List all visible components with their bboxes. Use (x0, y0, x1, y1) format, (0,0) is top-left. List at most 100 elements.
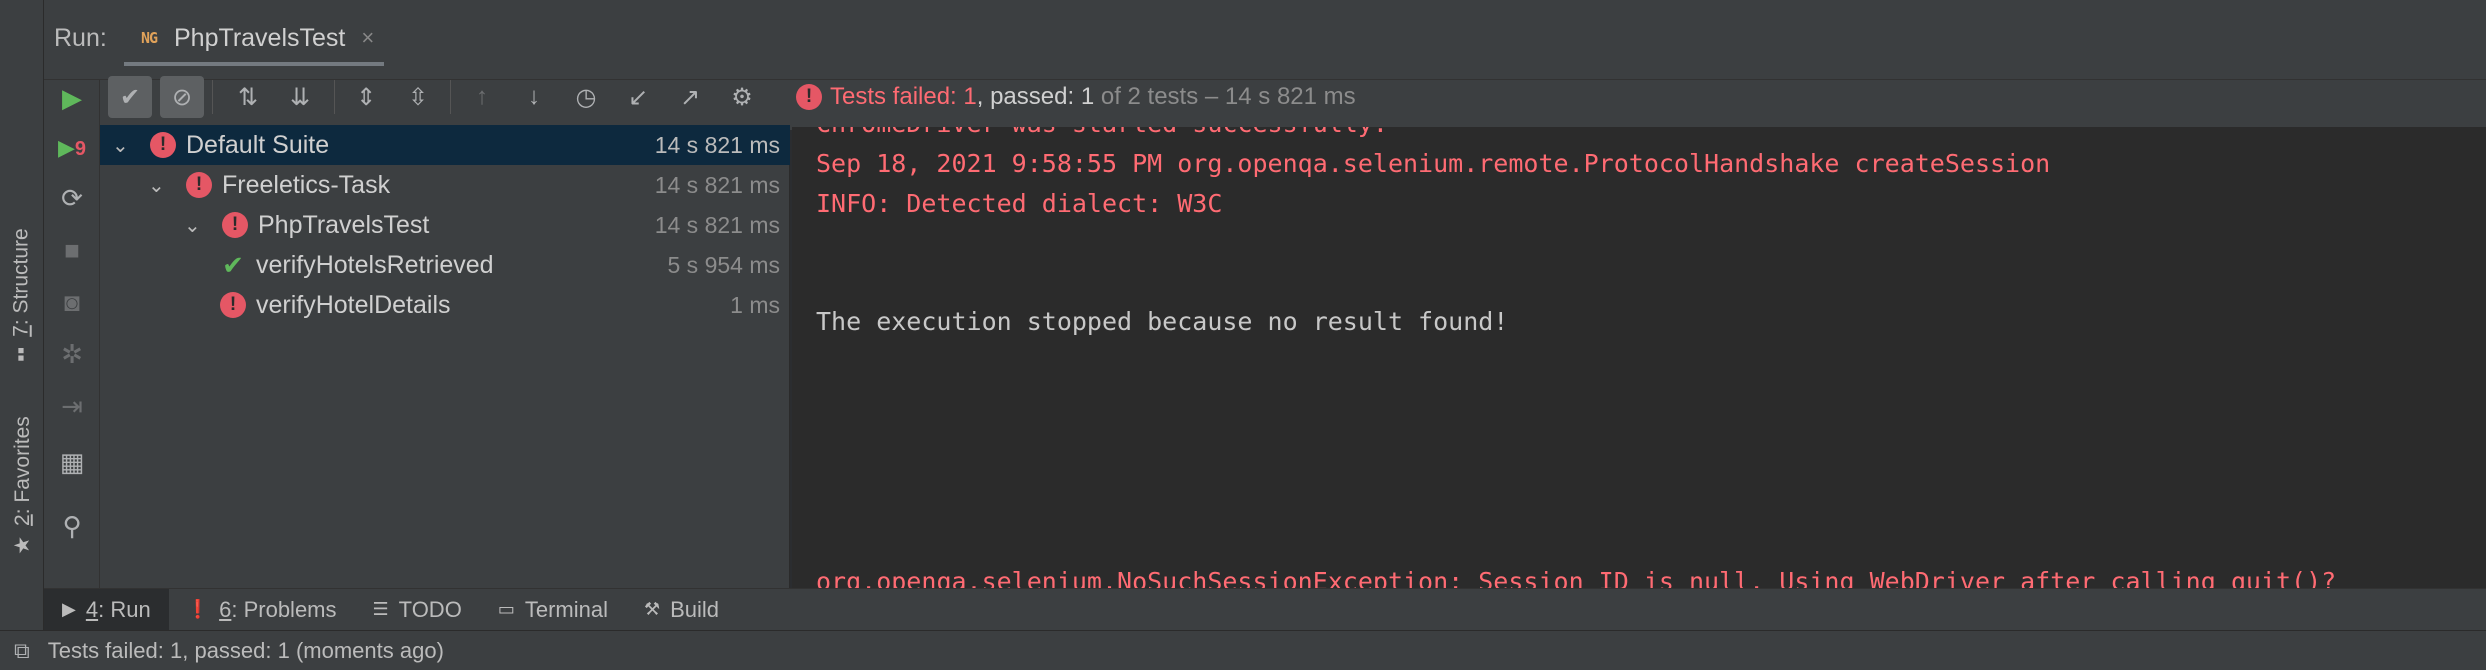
test-failed-icon: ! (220, 292, 246, 318)
arrow-up-icon: ↑ (476, 83, 488, 110)
console-line: The execution stopped because no result … (816, 307, 1509, 336)
pin-icon: ⚲ (62, 510, 82, 541)
structure-tab-number: 7 (10, 325, 34, 337)
console-line: INFO: Detected dialect: W3C (816, 189, 1223, 218)
sort-by-duration-button[interactable]: ⇊ (278, 76, 322, 118)
left-tool-stripe: ▪▪ 7: Structure ★ 2: Favorites (0, 0, 44, 630)
chevron-down-icon[interactable]: ⌄ (148, 173, 170, 198)
test-tree-row[interactable]: ⌄! Default Suite 14 s 821 ms (100, 125, 790, 165)
settings-button[interactable]: ⚙ (720, 76, 764, 118)
test-tree-row[interactable]: ! verifyHotelDetails 1 ms (100, 285, 790, 325)
todo-list-icon: ☰ (372, 599, 389, 619)
test-failed-icon: ! (150, 132, 176, 158)
structure-tool-tab[interactable]: ▪▪ 7: Structure (0, 200, 44, 390)
exit-button[interactable]: ⇥ (54, 388, 90, 424)
show-ignored-button[interactable]: ⊘ (160, 76, 204, 118)
error-icon: ! (796, 84, 822, 110)
test-name: verifyHotelDetails (256, 290, 451, 319)
import-icon: ↙ (627, 83, 649, 111)
check-icon: ✔ (119, 83, 141, 111)
bottom-tab-problems[interactable]: ❗ 6: Problems (169, 589, 355, 631)
run-tab-title: PhpTravelsTest (174, 23, 346, 52)
console-output[interactable]: ChromeDriver was started successfully. Se… (792, 127, 2486, 588)
run-config-tab[interactable]: NG PhpTravelsTest × (124, 14, 385, 66)
favorites-tool-tab[interactable]: ★ 2: Favorites (0, 400, 44, 570)
hammer-icon: ⚒ (643, 599, 661, 619)
import-tests-button[interactable]: ↙ (616, 76, 660, 118)
export-tests-button[interactable]: ↗ (668, 76, 712, 118)
bottom-tab-label: 6: Problems (219, 597, 336, 623)
run-label: Run: (54, 24, 107, 52)
testng-icon: NG (140, 29, 158, 47)
tests-total-duration: of 2 tests – 14 s 821 ms (1094, 83, 1356, 110)
test-tree-row[interactable]: ✔ verifyHotelsRetrieved 5 s 954 ms (100, 245, 790, 285)
toggle-tool-windows-icon[interactable]: ⧉ (14, 638, 30, 664)
structure-tab-label: : Structure (10, 228, 34, 326)
favorites-tab-number: 2 (10, 513, 34, 526)
bottom-tab-label: Terminal (525, 597, 608, 623)
bottom-tab-text: TODO (398, 596, 462, 622)
bottom-tab-label: TODO (399, 597, 462, 623)
stop-button[interactable]: ■ (54, 232, 90, 268)
rerun-failed-tests-button[interactable]: ▶9 (54, 130, 90, 166)
test-duration: 14 s 821 ms (654, 211, 780, 238)
collapse-all-button[interactable]: ⇳ (396, 76, 440, 118)
structure-icon: ▪▪ (10, 346, 34, 362)
layout-icon: ▦ (59, 446, 85, 477)
test-results-tree: ⌄! Default Suite 14 s 821 ms ⌄! Freeletics-T… (100, 125, 790, 588)
bottom-tab-number: 4 (85, 596, 99, 622)
test-name: PhpTravelsTest (258, 210, 430, 239)
test-status-summary: ! Tests failed: 1, passed: 1 of 2 tests … (796, 80, 1356, 114)
test-tree-row[interactable]: ⌄! Freeletics-Task 14 s 821 ms (100, 165, 790, 205)
pin-tab-button[interactable]: ⚲ (54, 508, 90, 544)
tests-failed-count: Tests failed: 1 (830, 83, 977, 110)
chevron-down-icon[interactable]: ⌄ (112, 133, 134, 158)
console-line: org.openqa.selenium.NoSuchSessionExcepti… (816, 567, 2337, 588)
bottom-tab-label: Build (670, 597, 719, 623)
test-failed-icon: ! (222, 212, 248, 238)
run-tool-window-header (44, 0, 2486, 80)
auto-rerun-icon: ⟳ (61, 182, 83, 213)
bottom-tab-build[interactable]: ⚒ Build (626, 589, 737, 631)
toolbar-separator (334, 80, 335, 114)
problems-icon: ❗ (186, 599, 210, 619)
expand-all-button[interactable]: ⇕ (344, 76, 388, 118)
test-name: verifyHotelsRetrieved (256, 250, 494, 279)
dump-threads-button[interactable]: ◙ (54, 284, 90, 320)
layout-button[interactable]: ▦ (54, 444, 90, 480)
sort-duration-icon: ⇊ (289, 83, 311, 111)
status-message: Tests failed: 1, passed: 1 (moments ago) (47, 637, 444, 663)
collapse-all-icon: ⇳ (407, 83, 429, 111)
favorites-tab-label: : Favorites (10, 415, 34, 514)
bottom-tab-label: 4: Run (86, 597, 151, 623)
bottom-tab-text: : Run (98, 596, 151, 622)
test-name: Freeletics-Task (222, 170, 391, 199)
chevron-down-icon[interactable]: ⌄ (184, 213, 206, 238)
gear-icon: ⚙ (731, 83, 753, 111)
status-bar: ⧉ Tests failed: 1, passed: 1 (moments ag… (0, 630, 2486, 670)
toggle-auto-test-button[interactable]: ⟳ (54, 180, 90, 216)
rerun-failed-icon: ▶9 (57, 135, 87, 160)
test-history-button[interactable]: ◷ (564, 76, 608, 118)
terminal-icon: ▭ (497, 599, 515, 619)
test-tree-row[interactable]: ⌄! PhpTravelsTest 14 s 821 ms (100, 205, 790, 245)
bottom-tab-todo[interactable]: ☰ TODO (355, 589, 480, 631)
arrow-down-icon: ↓ (528, 83, 540, 110)
clock-icon: ◷ (575, 83, 597, 111)
ignored-icon: ⊘ (171, 83, 193, 111)
play-icon: ▶ (62, 599, 76, 619)
rerun-button[interactable]: ▶ (54, 80, 90, 116)
sort-alphabetically-button[interactable]: ⇅ (226, 76, 270, 118)
bottom-tab-terminal[interactable]: ▭ Terminal (480, 589, 626, 631)
test-failed-icon: ! (186, 172, 212, 198)
next-failed-button[interactable]: ↓ (512, 76, 556, 118)
show-passed-button[interactable]: ✔ (108, 76, 152, 118)
close-icon[interactable]: × (361, 25, 374, 51)
debug-settings-button[interactable]: ✲ (54, 336, 90, 372)
bottom-tab-text: : Problems (231, 596, 337, 622)
toolbar-separator (450, 80, 451, 114)
bottom-tab-text: Terminal (524, 596, 608, 622)
run-actions-toolbar: ▶ ▶9 ⟳ ■ ◙ ✲ ⇥ ▦ ⚲ (44, 80, 100, 588)
previous-failed-button[interactable]: ↑ (460, 76, 504, 118)
bottom-tab-run[interactable]: ▶ 4: Run (44, 588, 169, 631)
